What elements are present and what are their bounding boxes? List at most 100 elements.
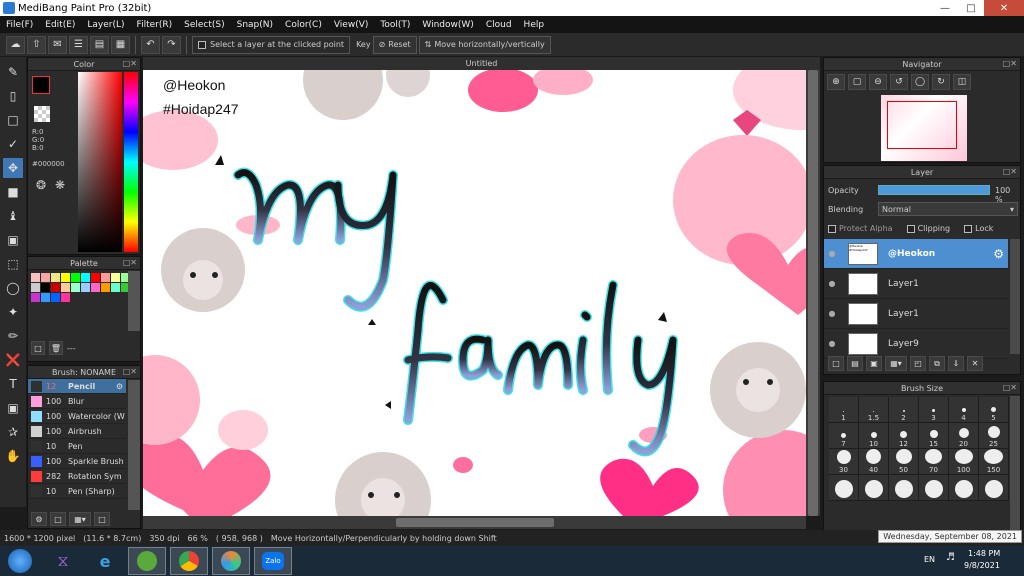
fill-rect-tool-icon[interactable]: ■: [3, 182, 23, 202]
menu-filter[interactable]: Filter(R): [131, 20, 179, 30]
brush-item[interactable]: 100 Sparkle Brush: [28, 454, 126, 469]
brush-size-cell[interactable]: 2: [889, 397, 919, 423]
clock-date[interactable]: 9/8/2021: [964, 561, 1000, 570]
brush-item[interactable]: 10 Pen: [28, 439, 126, 454]
palette-swatch[interactable]: [51, 283, 60, 292]
palette-swatch[interactable]: [31, 273, 40, 282]
language-indicator[interactable]: EN: [924, 555, 935, 564]
brush-size-cell[interactable]: 100: [949, 449, 979, 475]
brush-tool-icon[interactable]: ✎: [3, 62, 23, 82]
palette-swatch[interactable]: [31, 293, 40, 302]
panel-popout-icon[interactable]: □✕: [123, 258, 137, 267]
speaker-icon[interactable]: ♬: [946, 552, 955, 563]
text-tool-icon[interactable]: T: [3, 374, 23, 394]
new-layer-icon[interactable]: □: [828, 356, 844, 371]
brush-size-cell[interactable]: [979, 475, 1009, 501]
vertical-scroll-thumb[interactable]: [808, 70, 818, 516]
new-palette-icon[interactable]: □: [31, 341, 45, 355]
brush-size-cell[interactable]: [829, 475, 859, 501]
palette-swatch[interactable]: [91, 273, 100, 282]
brush-size-cell[interactable]: 40: [859, 449, 889, 475]
brush-settings-icon[interactable]: ⚙: [31, 512, 47, 526]
share-icon[interactable]: ⇧: [27, 35, 46, 54]
brush-size-cell[interactable]: 25: [979, 423, 1009, 449]
select-rect-icon[interactable]: ⬚: [3, 254, 23, 274]
brush-item[interactable]: 12 Pencil ⚙: [28, 379, 126, 394]
brush-item[interactable]: 100 Airbrush: [28, 424, 126, 439]
menu-tool[interactable]: Tool(T): [374, 20, 416, 30]
palette-swatch[interactable]: [111, 273, 120, 282]
brush-size-cell[interactable]: 30: [829, 449, 859, 475]
brush-size-cell[interactable]: 10: [859, 423, 889, 449]
brush-item[interactable]: 282 Rotation Sym: [28, 469, 126, 484]
brush-size-cell[interactable]: [919, 475, 949, 501]
menu-edit[interactable]: Edit(E): [39, 20, 81, 30]
delete-brush-icon[interactable]: □: [94, 512, 110, 526]
brush-size-cell[interactable]: [859, 475, 889, 501]
visibility-eye-icon[interactable]: ●: [824, 309, 840, 318]
brush-size-cell[interactable]: [889, 475, 919, 501]
palette-swatch[interactable]: [111, 283, 120, 292]
close-button[interactable]: ✕: [984, 0, 1024, 16]
color-wheel-icon[interactable]: ❋: [55, 178, 65, 192]
brush-size-cell[interactable]: 50: [889, 449, 919, 475]
clipping-checkbox[interactable]: Clipping: [906, 224, 950, 233]
new-1bit-layer-icon[interactable]: ▣: [866, 356, 882, 371]
undo-icon[interactable]: ↶: [141, 35, 160, 54]
hue-slider[interactable]: [124, 72, 138, 252]
reset-rotation-icon[interactable]: ◯: [911, 74, 929, 90]
brush-size-cell[interactable]: 1: [829, 397, 859, 423]
delete-layer-icon[interactable]: ✕: [967, 356, 983, 371]
horizontal-scroll-thumb[interactable]: [396, 518, 554, 527]
visual-studio-icon[interactable]: ⧖: [44, 547, 82, 575]
layer-scrollbar[interactable]: [1010, 239, 1020, 354]
brush-size-scrollbar[interactable]: [1010, 396, 1020, 530]
palette-swatch[interactable]: [101, 273, 110, 282]
palette-swatch[interactable]: [41, 293, 50, 302]
operation-tool-icon[interactable]: ▣: [3, 398, 23, 418]
menu-view[interactable]: View(V): [328, 20, 375, 30]
rotate-right-icon[interactable]: ↻: [932, 74, 950, 90]
zalo-icon[interactable]: Zalo: [254, 547, 292, 575]
layer-row[interactable]: ● Layer1: [824, 269, 1008, 299]
palette-swatch[interactable]: [41, 283, 50, 292]
zoom-in-icon[interactable]: ⊕: [827, 74, 845, 90]
color-circle-icon[interactable]: ❂: [36, 178, 46, 192]
palette-swatch[interactable]: [71, 273, 80, 282]
blending-select[interactable]: Normal ▾: [878, 202, 1018, 216]
brush-size-cell[interactable]: 15: [919, 423, 949, 449]
panel-popout-icon[interactable]: □✕: [123, 59, 137, 68]
opacity-slider[interactable]: [878, 185, 990, 195]
primary-color-swatch[interactable]: [32, 76, 50, 94]
navigator-preview[interactable]: [881, 95, 967, 161]
reset-button[interactable]: ⊘ Reset: [372, 35, 417, 54]
minimize-button[interactable]: —: [932, 0, 958, 16]
brush-item[interactable]: 10 Pen (Sharp): [28, 484, 126, 499]
rotate-left-icon[interactable]: ↺: [890, 74, 908, 90]
comment-icon[interactable]: ✉: [48, 35, 67, 54]
brush-size-cell[interactable]: 1.5: [859, 397, 889, 423]
chrome-icon[interactable]: [170, 547, 208, 575]
lasso-tool-icon[interactable]: ◯: [3, 278, 23, 298]
layers-icon[interactable]: ▦: [111, 35, 130, 54]
lock-checkbox[interactable]: Lock: [964, 224, 993, 233]
brush-size-cell[interactable]: 150: [979, 449, 1009, 475]
layer-menu-icon[interactable]: ▦▾: [885, 356, 907, 371]
line-tool-icon[interactable]: ✓: [3, 134, 23, 154]
eyedropper-icon[interactable]: ✰: [3, 422, 23, 442]
brush-size-cell[interactable]: 12: [889, 423, 919, 449]
palette-swatch[interactable]: [101, 283, 110, 292]
select-layer-checkbox[interactable]: Select a layer at the clicked point: [192, 35, 351, 54]
zoom-out-icon[interactable]: ⊖: [869, 74, 887, 90]
brush-size-cell[interactable]: 5: [979, 397, 1009, 423]
palette-swatch[interactable]: [51, 273, 60, 282]
visibility-eye-icon[interactable]: ●: [824, 249, 840, 258]
palette-swatch[interactable]: [81, 283, 90, 292]
start-button[interactable]: [0, 547, 40, 575]
palette-swatch[interactable]: [61, 283, 70, 292]
brush-size-cell[interactable]: 20: [949, 423, 979, 449]
transparent-swatch[interactable]: [34, 106, 50, 122]
navigator-viewport[interactable]: [887, 101, 957, 149]
menu-file[interactable]: File(F): [0, 20, 39, 30]
internet-explorer-icon[interactable]: e: [86, 547, 124, 575]
